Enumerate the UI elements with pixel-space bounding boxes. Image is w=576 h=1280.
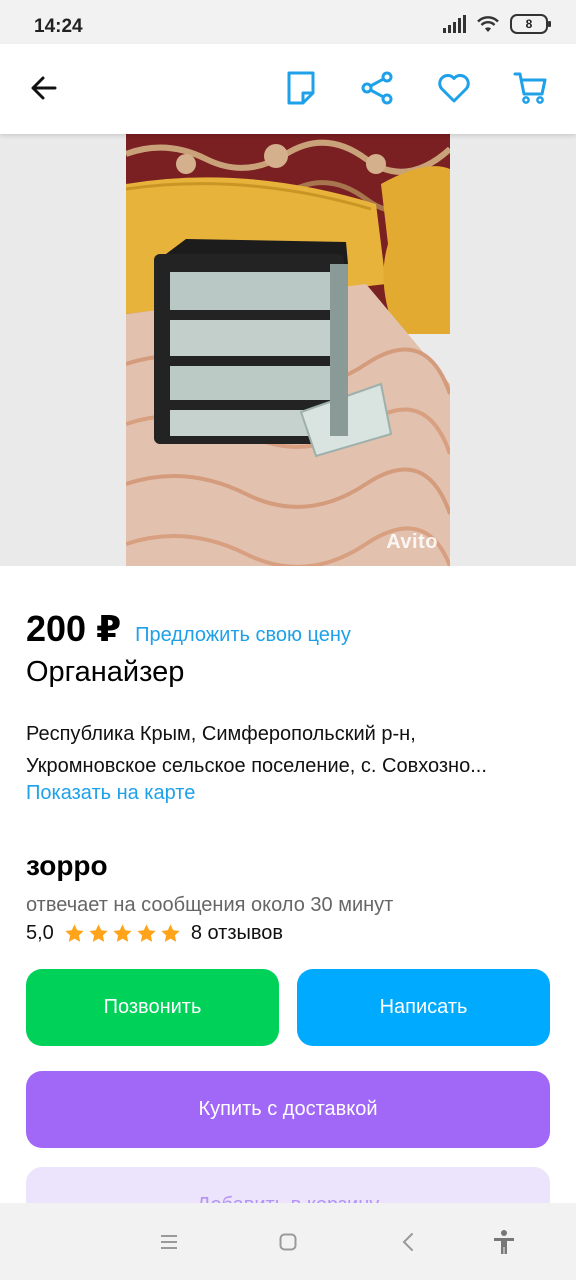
star-icon	[113, 924, 132, 942]
menu-icon[interactable]	[156, 1229, 182, 1255]
note-icon[interactable]	[281, 68, 321, 108]
star-icon	[65, 924, 84, 942]
status-bar: 14:24 8	[0, 0, 576, 44]
seller-reply-time: отвечает на сообщения около 30 минут	[26, 894, 394, 916]
rating-value: 5,0	[26, 922, 54, 944]
avito-watermark: Avito	[386, 531, 438, 553]
back-arrow-icon[interactable]	[24, 68, 64, 108]
price-row: 200 ₽ Предложить свою цену	[26, 608, 351, 650]
share-icon[interactable]	[357, 68, 397, 108]
seller-rating[interactable]: 5,0 8 отзывов	[26, 922, 283, 945]
star-icon	[161, 924, 180, 942]
listing-title: Органайзер	[26, 656, 185, 688]
buy-with-delivery-button[interactable]: Купить с доставкой	[26, 1071, 550, 1148]
signal-icon	[443, 15, 466, 33]
home-icon[interactable]	[275, 1229, 301, 1255]
address-line-2: Укромновское сельское поселение, с. Совх…	[26, 755, 487, 777]
call-button[interactable]: Позвонить	[26, 969, 279, 1046]
price: 200 ₽	[26, 608, 122, 649]
status-icons: 8	[442, 14, 551, 34]
battery-level: 8	[525, 17, 533, 31]
wifi-icon	[477, 16, 499, 32]
reviews-count: 8 отзывов	[190, 922, 284, 944]
status-time: 14:24	[34, 16, 83, 37]
back-icon[interactable]	[395, 1229, 421, 1255]
heart-icon[interactable]	[434, 68, 474, 108]
app-bar	[0, 44, 576, 134]
photo-gallery[interactable]: Avito	[0, 134, 576, 566]
rating-stars	[64, 923, 181, 944]
product-photo[interactable]: Avito	[126, 134, 450, 566]
offer-price-link[interactable]: Предложить свою цену	[135, 624, 351, 647]
seller-name[interactable]: зорро	[26, 850, 108, 882]
address: Республика Крым, Симферопольский р-н, Ук…	[26, 718, 550, 782]
star-icon	[89, 924, 108, 942]
cart-icon[interactable]	[510, 68, 550, 108]
address-line-1: Республика Крым, Симферопольский р-н,	[26, 723, 416, 745]
accessibility-icon[interactable]	[491, 1229, 517, 1255]
show-on-map-link[interactable]: Показать на карте	[26, 782, 195, 805]
write-button[interactable]: Написать	[297, 969, 550, 1046]
star-icon	[137, 924, 156, 942]
battery-icon: 8	[510, 14, 551, 34]
system-nav-bar	[0, 1203, 576, 1280]
